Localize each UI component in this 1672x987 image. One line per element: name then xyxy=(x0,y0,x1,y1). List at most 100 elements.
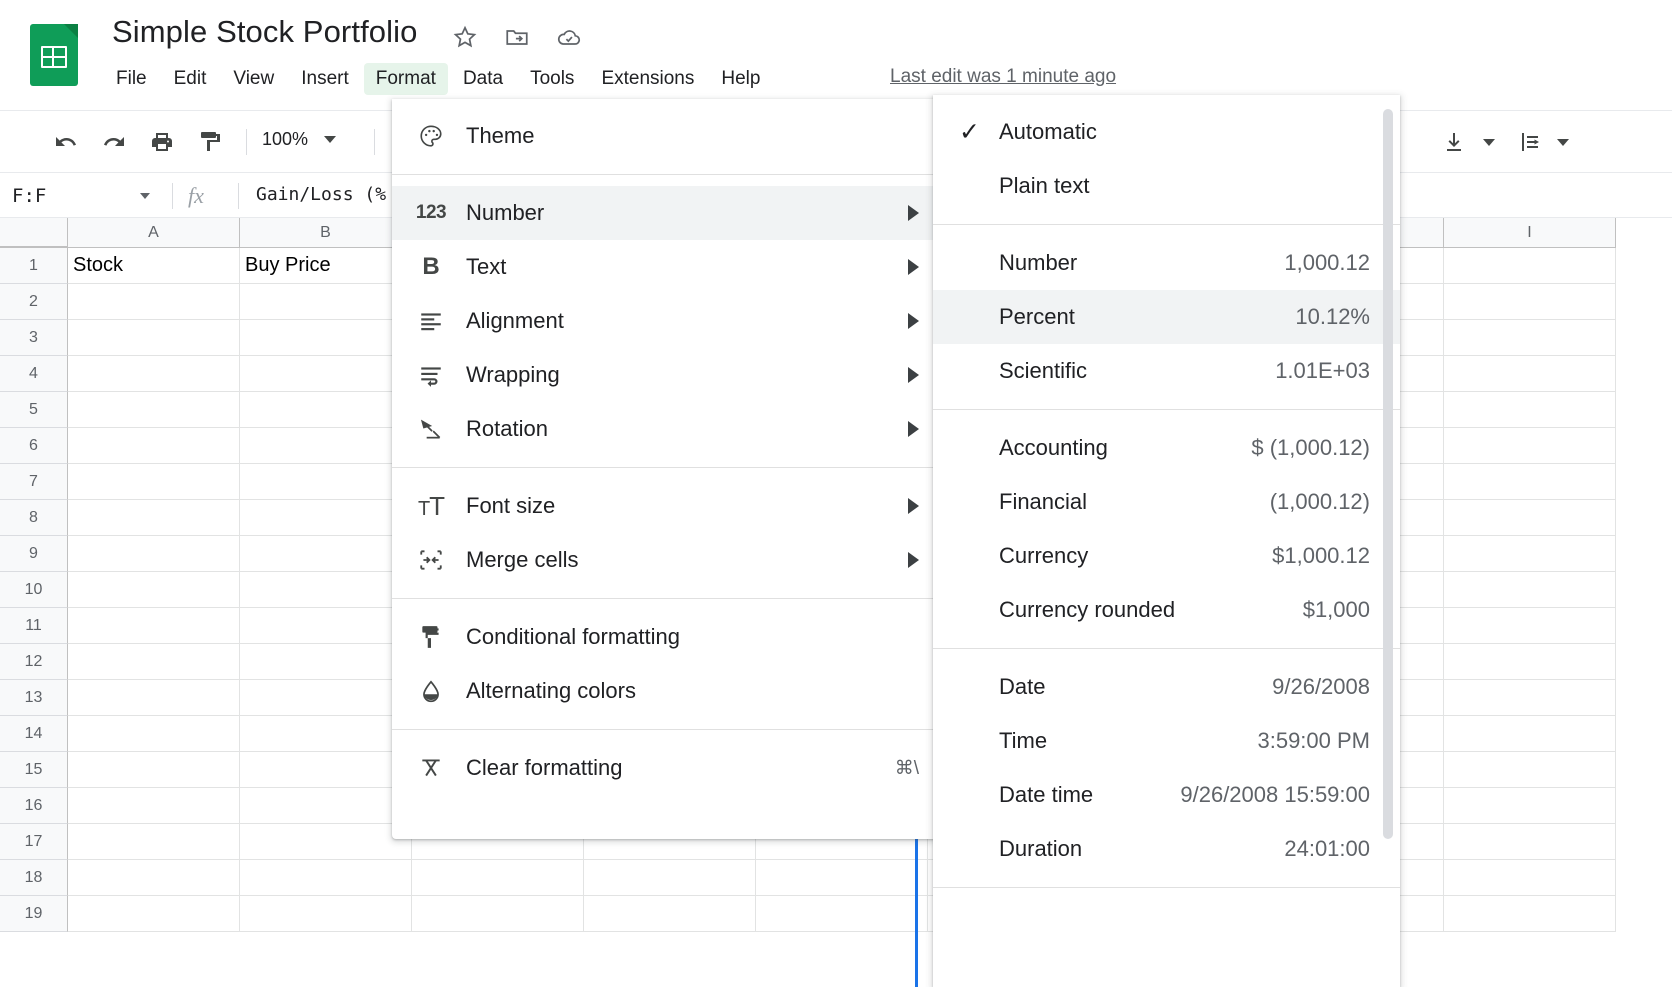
menu-view[interactable]: View xyxy=(221,63,286,95)
cell-B14[interactable] xyxy=(240,716,412,752)
cell-E18[interactable] xyxy=(756,860,928,896)
cell-I6[interactable] xyxy=(1444,428,1616,464)
cell-A7[interactable] xyxy=(68,464,240,500)
cell-I17[interactable] xyxy=(1444,824,1616,860)
formula-input[interactable]: Gain/Loss (% xyxy=(256,184,386,205)
text-wrapping-icon[interactable] xyxy=(1512,125,1548,159)
undo-icon[interactable] xyxy=(48,125,84,159)
cell-C19[interactable] xyxy=(412,896,584,932)
row-header-6[interactable]: 6 xyxy=(0,428,68,464)
menu-insert[interactable]: Insert xyxy=(289,63,361,95)
cell-I7[interactable] xyxy=(1444,464,1616,500)
submenu-scrollbar[interactable] xyxy=(1383,109,1393,839)
column-header-I[interactable]: I xyxy=(1444,218,1616,248)
cell-B17[interactable] xyxy=(240,824,412,860)
menu-format[interactable]: Format xyxy=(363,63,448,95)
cell-A5[interactable] xyxy=(68,392,240,428)
cell-A1[interactable]: Stock xyxy=(68,248,240,284)
cell-E19[interactable] xyxy=(756,896,928,932)
cell-I2[interactable] xyxy=(1444,284,1616,320)
row-header-2[interactable]: 2 xyxy=(0,284,68,320)
number-plain-text[interactable]: Plain text xyxy=(933,159,1400,213)
number-date[interactable]: Date 9/26/2008 xyxy=(933,660,1400,714)
cell-I1[interactable] xyxy=(1444,248,1616,284)
row-header-10[interactable]: 10 xyxy=(0,572,68,608)
cell-B18[interactable] xyxy=(240,860,412,896)
cell-A11[interactable] xyxy=(68,608,240,644)
row-header-8[interactable]: 8 xyxy=(0,500,68,536)
row-header-4[interactable]: 4 xyxy=(0,356,68,392)
cell-A2[interactable] xyxy=(68,284,240,320)
column-header-A[interactable]: A xyxy=(68,218,240,248)
cell-B9[interactable] xyxy=(240,536,412,572)
menu-edit[interactable]: Edit xyxy=(162,63,219,95)
format-clear-formatting[interactable]: Clear formatting ⌘\ xyxy=(392,741,937,795)
cell-A8[interactable] xyxy=(68,500,240,536)
cell-I3[interactable] xyxy=(1444,320,1616,356)
cell-A15[interactable] xyxy=(68,752,240,788)
cell-I18[interactable] xyxy=(1444,860,1616,896)
move-to-folder-icon[interactable] xyxy=(504,24,534,54)
cloud-saved-icon[interactable] xyxy=(556,24,586,54)
print-icon[interactable] xyxy=(144,125,180,159)
cell-A16[interactable] xyxy=(68,788,240,824)
format-conditional-formatting[interactable]: Conditional formatting xyxy=(392,610,937,664)
cell-I15[interactable] xyxy=(1444,752,1616,788)
cell-I14[interactable] xyxy=(1444,716,1616,752)
row-header-7[interactable]: 7 xyxy=(0,464,68,500)
cell-A17[interactable] xyxy=(68,824,240,860)
row-header-19[interactable]: 19 xyxy=(0,896,68,932)
vertical-align-icon[interactable] xyxy=(1436,125,1472,159)
cell-I19[interactable] xyxy=(1444,896,1616,932)
format-theme[interactable]: Theme xyxy=(392,109,937,163)
cell-A14[interactable] xyxy=(68,716,240,752)
row-header-1[interactable]: 1 xyxy=(0,248,68,284)
cell-I13[interactable] xyxy=(1444,680,1616,716)
format-font-size[interactable]: TT Font size xyxy=(392,479,937,533)
select-all-corner[interactable] xyxy=(0,218,68,248)
format-alignment[interactable]: Alignment xyxy=(392,294,937,348)
cell-B3[interactable] xyxy=(240,320,412,356)
cell-B6[interactable] xyxy=(240,428,412,464)
cell-I16[interactable] xyxy=(1444,788,1616,824)
format-text[interactable]: B Text xyxy=(392,240,937,294)
menu-tools[interactable]: Tools xyxy=(518,63,586,95)
number-number[interactable]: Number 1,000.12 xyxy=(933,236,1400,290)
cell-I4[interactable] xyxy=(1444,356,1616,392)
paint-format-icon[interactable] xyxy=(192,125,228,159)
cell-B15[interactable] xyxy=(240,752,412,788)
cell-B16[interactable] xyxy=(240,788,412,824)
number-duration[interactable]: Duration 24:01:00 xyxy=(933,822,1400,876)
last-edit-status[interactable]: Last edit was 1 minute ago xyxy=(890,66,1116,88)
star-icon[interactable] xyxy=(452,24,482,54)
format-alternating-colors[interactable]: Alternating colors xyxy=(392,664,937,718)
cell-A10[interactable] xyxy=(68,572,240,608)
cell-B7[interactable] xyxy=(240,464,412,500)
cell-D18[interactable] xyxy=(584,860,756,896)
cell-A13[interactable] xyxy=(68,680,240,716)
row-header-12[interactable]: 12 xyxy=(0,644,68,680)
cell-B13[interactable] xyxy=(240,680,412,716)
column-header-B[interactable]: B xyxy=(240,218,412,248)
cell-I8[interactable] xyxy=(1444,500,1616,536)
zoom-selector[interactable]: 100% xyxy=(262,129,337,150)
format-wrapping[interactable]: Wrapping xyxy=(392,348,937,402)
row-header-17[interactable]: 17 xyxy=(0,824,68,860)
row-header-18[interactable]: 18 xyxy=(0,860,68,896)
cell-I9[interactable] xyxy=(1444,536,1616,572)
menu-data[interactable]: Data xyxy=(451,63,515,95)
number-scientific[interactable]: Scientific 1.01E+03 xyxy=(933,344,1400,398)
vertical-align-dropdown-icon[interactable] xyxy=(1478,125,1500,159)
row-header-15[interactable]: 15 xyxy=(0,752,68,788)
cell-I11[interactable] xyxy=(1444,608,1616,644)
cell-A19[interactable] xyxy=(68,896,240,932)
text-wrapping-dropdown-icon[interactable] xyxy=(1552,125,1574,159)
menu-file[interactable]: File xyxy=(104,63,159,95)
row-header-16[interactable]: 16 xyxy=(0,788,68,824)
row-header-9[interactable]: 9 xyxy=(0,536,68,572)
name-box[interactable]: F:F xyxy=(0,173,162,218)
cell-C18[interactable] xyxy=(412,860,584,896)
cell-B5[interactable] xyxy=(240,392,412,428)
document-title[interactable]: Simple Stock Portfolio xyxy=(112,14,417,50)
number-time[interactable]: Time 3:59:00 PM xyxy=(933,714,1400,768)
